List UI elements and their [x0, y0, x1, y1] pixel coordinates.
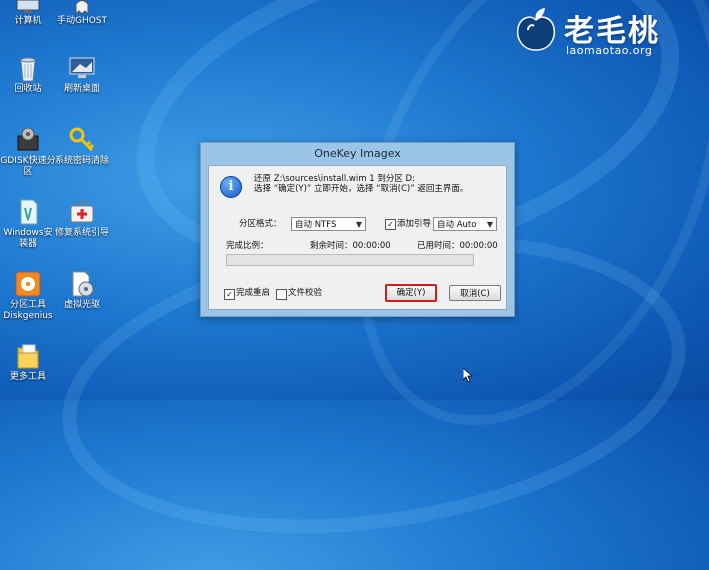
windows-installer-icon	[14, 198, 42, 226]
progress-info-row: 完成比例： 剩余时间：00:00:00 已用时间：00:00:00	[209, 240, 506, 252]
desktop-icon-refresh-desktop[interactable]: 刷新桌面	[54, 54, 110, 95]
virtual-drive-icon	[68, 270, 96, 298]
chevron-down-icon: ▼	[355, 220, 362, 229]
elapsed-time: 已用时间：00:00:00	[417, 241, 498, 251]
add-boot-label: 添加引导	[397, 219, 432, 229]
dialog-message: 还原 Z:\sources\install.wim 1 到分区 D: 选择 “确…	[254, 174, 468, 194]
info-icon: i	[220, 176, 242, 198]
dialog-client-area: i 还原 Z:\sources\install.wim 1 到分区 D: 选择 …	[208, 165, 507, 310]
message-line-2: 选择 “确定(Y)” 立即开始，选择 “取消(C)” 返回主界面。	[254, 184, 469, 194]
message-line-1: 还原 Z:\sources\install.wim 1 到分区 D:	[254, 174, 415, 184]
boot-mode-select[interactable]: 自动 Auto ▼	[433, 217, 497, 231]
desktop-icon-label: 计算机	[14, 16, 42, 26]
partition-format-select[interactable]: 自动 NTFS ▼	[291, 217, 366, 231]
desktop-icon-recycle-bin[interactable]: 回收站	[0, 54, 56, 95]
desktop-icon-windows-installer[interactable]: Windows安装器	[0, 198, 56, 250]
partition-format-label: 分区格式：	[239, 219, 282, 229]
desktop-icon-label: Windows安装器	[3, 228, 53, 249]
monitor-icon	[68, 54, 96, 82]
onekey-imagex-dialog: OneKey Imagex i 还原 Z:\sources\install.wi…	[200, 142, 515, 317]
desktop-icon-computer[interactable]: 计算机	[0, 0, 56, 27]
desktop-icon-diskgenius[interactable]: 分区工具Diskgenius	[0, 270, 56, 322]
add-boot-checkbox[interactable]: ✓	[385, 219, 396, 230]
desktop-icon-ghost[interactable]: 手动GHOST	[54, 0, 110, 27]
recycle-bin-icon	[14, 54, 42, 82]
options-row: 分区格式： 自动 NTFS ▼ ✓ 添加引导 自动 Auto ▼	[209, 216, 506, 232]
dialog-title: OneKey Imagex	[314, 147, 401, 160]
progress-bar	[226, 254, 474, 266]
desktop-icon-label: 虚拟光驱	[63, 300, 100, 310]
computer-icon	[14, 0, 42, 14]
desktop-icon-label: 更多工具	[9, 372, 46, 382]
desktop-icon-label: GDISK快速分区	[0, 156, 56, 177]
desktop-icon-password-clear[interactable]: 系统密码清除	[54, 126, 110, 167]
desktop-icon-label: 修复系统引导	[54, 228, 109, 238]
cancel-button[interactable]: 取消(C)	[449, 285, 501, 301]
restart-checkbox[interactable]: ✓	[224, 289, 235, 300]
desktop-icon-label: 手动GHOST	[56, 16, 108, 26]
restart-label: 完成重启	[236, 288, 271, 298]
desktop-icon-label: 系统密码清除	[54, 156, 109, 166]
diskgenius-icon	[14, 270, 42, 298]
desktop-icon-gdisk[interactable]: GDISK快速分区	[0, 126, 56, 178]
brand-logo: 老毛桃 laomaotao.org	[512, 4, 702, 60]
desktop-icon-label: 回收站	[14, 84, 42, 94]
remaining-time: 剩余时间：00:00:00	[310, 241, 391, 251]
verify-label: 文件校验	[288, 288, 323, 298]
desktop-icon-label: 刷新桌面	[63, 84, 100, 94]
desktop-icon-virtual-drive[interactable]: 虚拟光驱	[54, 270, 110, 311]
chevron-down-icon: ▼	[486, 220, 493, 229]
boot-mode-value: 自动 Auto	[437, 220, 477, 230]
desktop-icon-label: 分区工具Diskgenius	[3, 300, 53, 321]
gdisk-icon	[14, 126, 42, 154]
ghost-icon	[68, 0, 96, 16]
verify-checkbox[interactable]	[276, 289, 287, 300]
repair-kit-icon	[68, 198, 96, 226]
brand-url: laomaotao.org	[566, 44, 653, 57]
partition-format-value: 自动 NTFS	[295, 220, 337, 230]
desktop-icon-repair-boot[interactable]: 修复系统引导	[54, 198, 110, 239]
folder-icon	[14, 342, 42, 370]
key-icon	[68, 126, 96, 154]
peach-logo-icon	[512, 6, 560, 54]
desktop-icon-more-tools[interactable]: 更多工具	[0, 342, 56, 383]
progress-label: 完成比例：	[226, 241, 269, 251]
ok-button[interactable]: 确定(Y)	[385, 284, 437, 302]
